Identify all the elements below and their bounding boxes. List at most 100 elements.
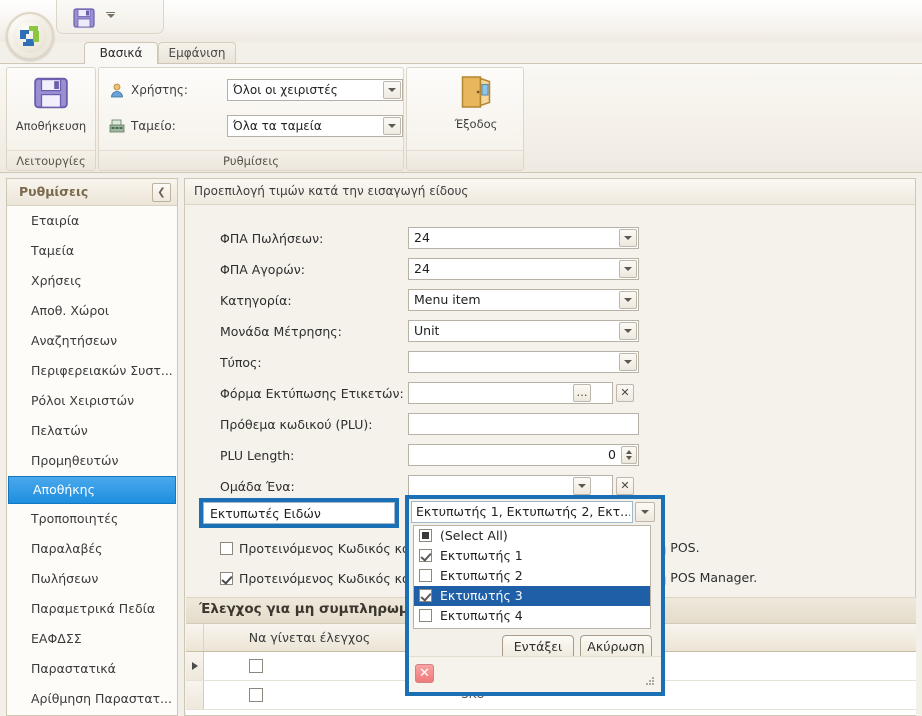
sidebar-item-9[interactable]: Αποθήκης	[8, 476, 176, 504]
printers-checked-list: (Select All) Εκτυπωτής 1 Εκτυπωτής 2 Εκτυπω…	[413, 525, 651, 629]
clear-x-icon[interactable]: ✕	[616, 477, 634, 495]
field-label-7: PLU Length:	[220, 448, 295, 463]
row-checkbox[interactable]	[249, 659, 263, 673]
grid-header-check[interactable]: Να γίνεται έλεγχος	[204, 624, 416, 651]
printer-list-item-2[interactable]: Εκτυπωτής 2	[414, 566, 650, 586]
tab-appearance[interactable]: Εμφάνιση	[158, 42, 236, 64]
field-input-0[interactable]: 24	[408, 227, 639, 249]
field-input-8[interactable]: ✕	[408, 475, 634, 497]
checkbox-posmanager-label-trailing: γή POS Manager.	[651, 570, 758, 585]
sidebar-item-2[interactable]: Χρήσεις	[7, 266, 177, 296]
row-indicator	[186, 652, 204, 680]
printer-checkbox-2[interactable]	[419, 569, 432, 582]
printer-list-item-label: Εκτυπωτής 3	[440, 588, 523, 603]
sidebar-item-11[interactable]: Παραλαβές	[7, 534, 177, 564]
chevron-down-icon[interactable]	[106, 12, 115, 18]
sidebar-item-4[interactable]: Αναζητήσεων	[7, 326, 177, 356]
section-validation-title: Έλεγχος για μη συμπληρωμέ	[199, 601, 417, 617]
field-label-4: Τύπος:	[220, 355, 262, 370]
sidebar-list: Εταιρία Ταμεία Χρήσεις Αποθ. Χώροι Αναζητήσε…	[7, 206, 177, 715]
sidebar-item-label: Προμηθευτών	[31, 453, 119, 468]
chevron-down-icon[interactable]	[383, 81, 401, 99]
printer-checkbox-3[interactable]	[419, 589, 432, 602]
sidebar-item-5[interactable]: Περιφερειακών Συστ...	[7, 356, 177, 386]
spinner-stepper[interactable]	[621, 446, 637, 464]
sidebar-item-0[interactable]: Εταιρία	[7, 206, 177, 236]
sidebar-item-label: ΕΑΦΔΣΣ	[31, 631, 82, 646]
printer-checkbox-1[interactable]	[419, 549, 432, 562]
application-window: Βασικά Εμφάνιση Αποθήκευση Λειτουργίες Χ…	[0, 0, 922, 716]
chevron-down-icon[interactable]	[573, 477, 591, 495]
user-icon	[109, 82, 125, 98]
printer-list-item-label: Εκτυπωτής 4	[440, 608, 523, 623]
printer-list-item-label: (Select All)	[440, 528, 508, 543]
sidebar-item-1[interactable]: Ταμεία	[7, 236, 177, 266]
resize-grip-icon[interactable]	[646, 677, 656, 687]
register-combo[interactable]: Όλα τα ταμεία	[227, 115, 403, 137]
field-input-6[interactable]	[408, 413, 639, 435]
field-input-7[interactable]: 0	[408, 444, 639, 466]
sidebar-item-label: Πωλήσεων	[31, 571, 99, 586]
chevron-down-icon[interactable]	[619, 229, 637, 247]
qat-save-icon[interactable]	[72, 6, 96, 30]
chevron-down-icon[interactable]	[619, 260, 637, 278]
grid-corner-cell	[186, 624, 204, 651]
printer-list-item-1[interactable]: Εκτυπωτής 1	[414, 546, 650, 566]
printer-list-item-0[interactable]: (Select All)	[414, 526, 650, 546]
sidebar-item-6[interactable]: Ρόλοι Χειριστών	[7, 386, 177, 416]
printers-dropdown-popup: Εκτυπωτής 1, Εκτυπωτής 2, Εκτ... (Select…	[405, 495, 665, 696]
printers-combo[interactable]: Εκτυπωτής 1, Εκτυπωτής 2, Εκτ...	[411, 501, 633, 523]
close-x-icon[interactable]: ✕	[415, 664, 434, 683]
ellipsis-lookup-icon[interactable]: …	[573, 384, 591, 402]
field-input-1[interactable]: 24	[408, 258, 639, 280]
sidebar-item-label: Ρόλοι Χειριστών	[31, 393, 135, 408]
sidebar-item-label: Παραλαβές	[31, 541, 103, 556]
printer-list-item-4[interactable]: Εκτυπωτής 4	[414, 606, 650, 626]
clear-x-icon[interactable]: ✕	[616, 384, 634, 402]
printer-list-item-label: Εκτυπωτής 1	[440, 548, 523, 563]
sidebar-item-label: Αρίθμηση Παραστατ...	[31, 691, 173, 706]
field-label-8: Ομάδα Ένα:	[220, 479, 295, 494]
chevron-down-icon[interactable]	[619, 291, 637, 309]
selected-field-printers-box[interactable]: Εκτυπωτές Ειδών	[203, 502, 395, 524]
chevron-left-icon[interactable]: ❮	[152, 183, 171, 202]
exit-button[interactable]: Έξοδος	[447, 74, 505, 131]
printer-list-item-3[interactable]: Εκτυπωτής 3	[414, 586, 650, 606]
sidebar-item-12[interactable]: Πωλήσεων	[7, 564, 177, 594]
sidebar-item-label: Αποθ. Χώροι	[31, 303, 110, 318]
checkbox-pos[interactable]	[220, 542, 233, 555]
sidebar-item-3[interactable]: Αποθ. Χώροι	[7, 296, 177, 326]
sidebar-item-14[interactable]: ΕΑΦΔΣΣ	[7, 624, 177, 654]
chevron-down-icon[interactable]	[383, 117, 401, 135]
printer-checkbox-0[interactable]	[419, 529, 432, 542]
field-input-2[interactable]: Menu item	[408, 289, 639, 311]
chevron-down-icon[interactable]	[635, 502, 655, 522]
field-input-5[interactable]: … ✕	[408, 382, 634, 404]
register-field-label: Ταμείο:	[131, 119, 176, 133]
ribbon-group-functions-title: Λειτουργίες	[7, 150, 95, 170]
sidebar-item-label: Περιφερειακών Συστ...	[31, 363, 173, 378]
sidebar-item-8[interactable]: Προμηθευτών	[7, 446, 177, 476]
field-label-3: Μονάδα Μέτρησης:	[220, 324, 342, 339]
field-input-3[interactable]: Unit	[408, 320, 639, 342]
popup-footer: ✕	[409, 656, 661, 692]
chevron-down-icon[interactable]	[619, 353, 637, 371]
chevron-down-icon[interactable]	[619, 322, 637, 340]
sidebar-item-15[interactable]: Παραστατικά	[7, 654, 177, 684]
save-button[interactable]: Αποθήκευση	[11, 74, 91, 133]
field-input-4[interactable]	[408, 351, 639, 373]
field-value-1: 24	[414, 261, 430, 276]
checkbox-posmanager[interactable]	[220, 572, 233, 585]
sidebar-item-13[interactable]: Παραμετρικά Πεδία	[7, 594, 177, 624]
field-value-0: 24	[414, 230, 430, 245]
sidebar-item-16[interactable]: Αρίθμηση Παραστατ...	[7, 684, 177, 714]
page-title: Προεπιλογή τιμών κατά την εισαγωγή είδου…	[194, 184, 469, 198]
field-value-3: Unit	[414, 323, 440, 338]
tab-basic[interactable]: Βασικά	[84, 42, 158, 64]
row-checkbox[interactable]	[249, 688, 263, 702]
sidebar-item-10[interactable]: Τροποποιητές	[7, 504, 177, 534]
user-combo[interactable]: Όλοι οι χειριστές	[227, 79, 403, 101]
printer-checkbox-4[interactable]	[419, 609, 432, 622]
sidebar-item-7[interactable]: Πελατών	[7, 416, 177, 446]
selected-field-printers[interactable]: Εκτυπωτές Ειδών	[199, 498, 399, 528]
